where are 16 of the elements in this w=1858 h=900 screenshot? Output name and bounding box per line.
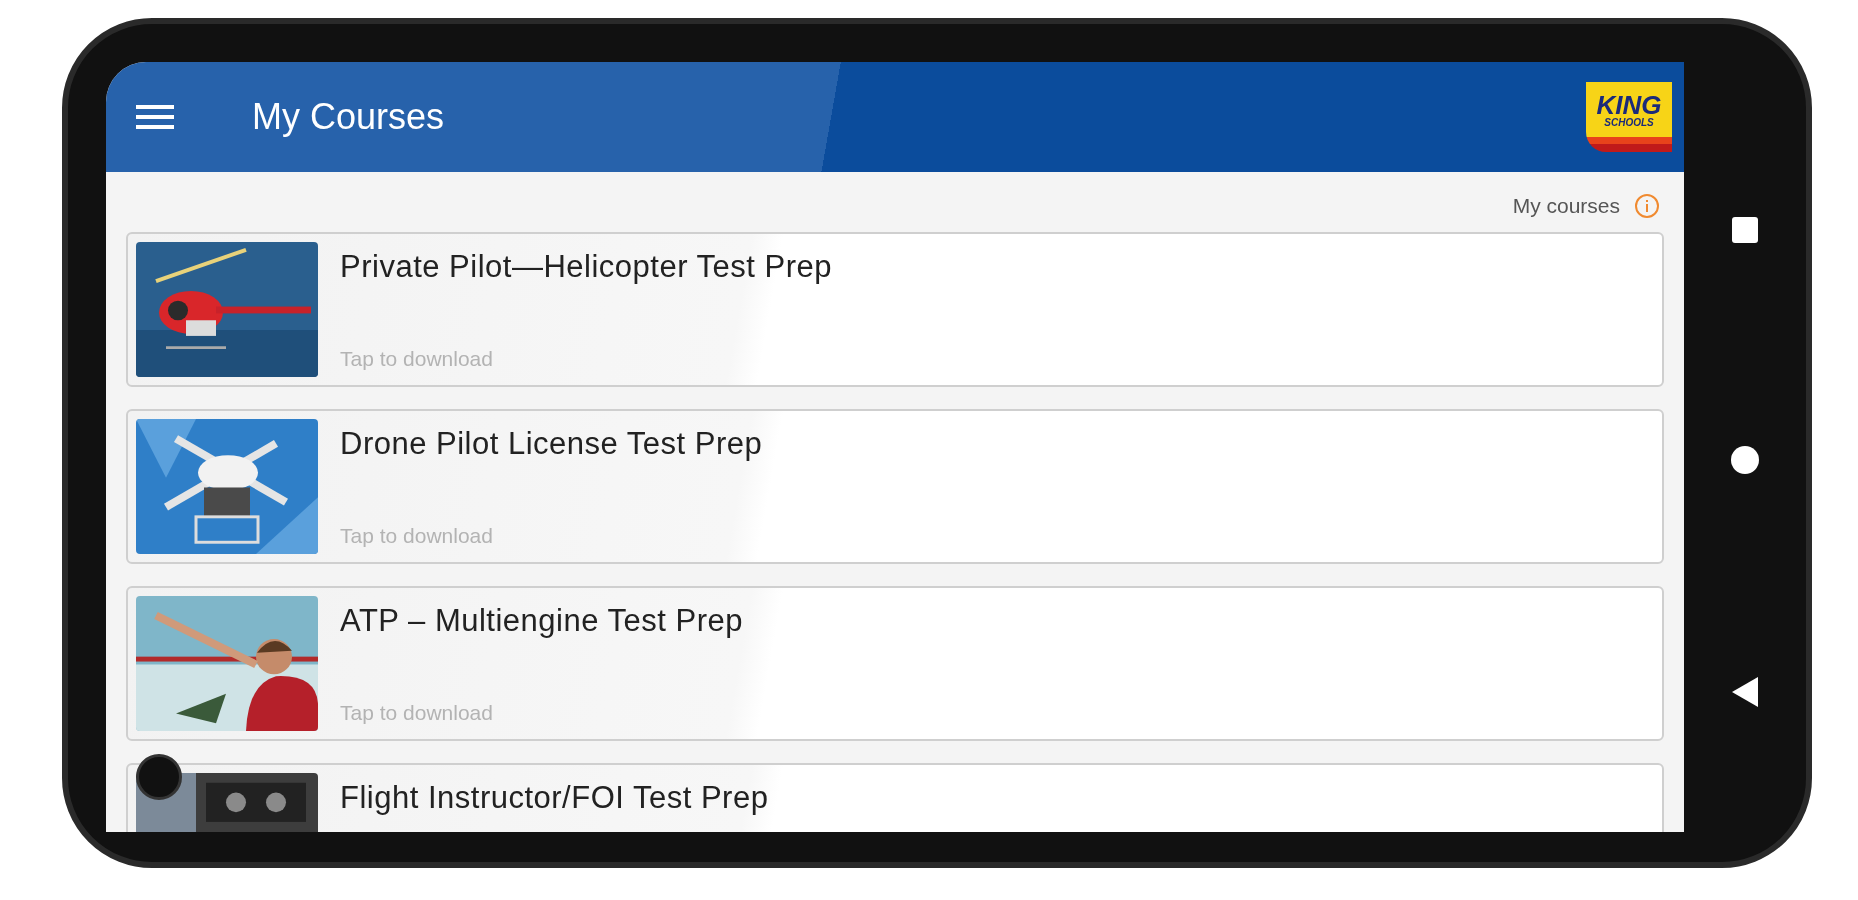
download-hint: Tap to download	[340, 346, 494, 372]
course-title: Drone Pilot License Test Prep	[340, 424, 763, 463]
back-button[interactable]	[1732, 677, 1758, 707]
course-title: Flight Instructor/FOI Test Prep	[340, 778, 769, 817]
brand-logo: KING SCHOOLS	[1586, 82, 1672, 152]
download-hint: Tap to download	[340, 700, 494, 726]
course-card[interactable]: ATP – Multiengine Test Prep Tap to download	[126, 585, 1664, 741]
course-title: ATP – Multiengine Test Prep	[340, 601, 743, 640]
download-hint: Tap to download	[340, 523, 494, 549]
home-button[interactable]	[1731, 446, 1759, 474]
course-card[interactable]: Private Pilot—Helicopter Test Prep Tap to download	[126, 231, 1664, 387]
page-title: My Courses	[252, 95, 445, 139]
course-card[interactable]: Flight Instructor/FOI Test Prep	[126, 762, 1664, 832]
course-title: Private Pilot—Helicopter Test Prep	[340, 247, 832, 286]
section-label: My courses	[1512, 193, 1620, 219]
course-card[interactable]: Drone Pilot License Test Prep Tap to download	[126, 408, 1664, 564]
